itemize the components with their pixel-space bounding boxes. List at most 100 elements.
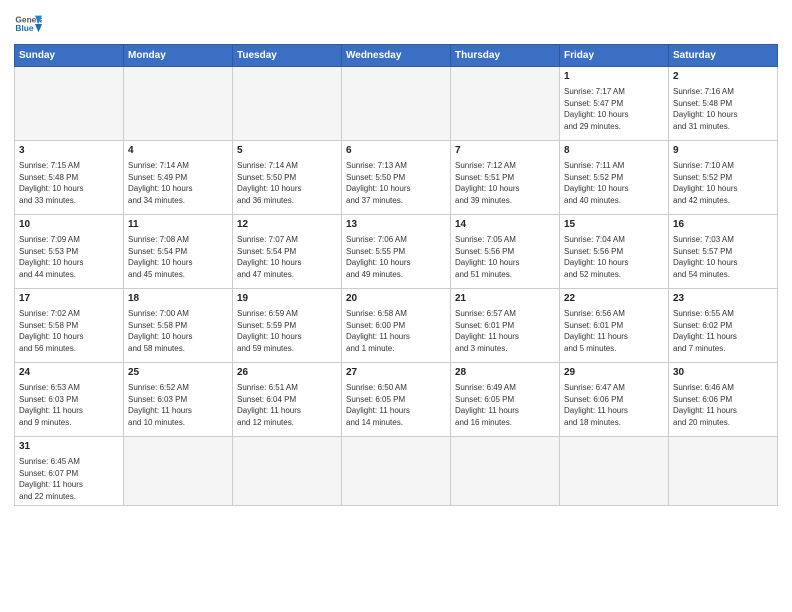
calendar-day-cell: 1Sunrise: 7:17 AM Sunset: 5:47 PM Daylig… — [560, 67, 669, 141]
day-number: 21 — [455, 292, 555, 306]
day-info: Sunrise: 7:05 AM Sunset: 5:56 PM Dayligh… — [455, 234, 555, 280]
day-info: Sunrise: 6:47 AM Sunset: 6:06 PM Dayligh… — [564, 382, 664, 428]
day-info: Sunrise: 7:06 AM Sunset: 5:55 PM Dayligh… — [346, 234, 446, 280]
day-info: Sunrise: 7:14 AM Sunset: 5:49 PM Dayligh… — [128, 160, 228, 206]
day-number: 3 — [19, 144, 119, 158]
calendar-day-cell: 29 Sunrise: 6:47 AM Sunset: 6:06 PM Dayli… — [560, 363, 669, 437]
day-number: 15 — [564, 218, 664, 232]
calendar-day-cell: 23Sunrise: 6:55 AM Sunset: 6:02 PM Dayli… — [669, 289, 778, 363]
day-info: Sunrise: 7:00 AM Sunset: 5:58 PM Dayligh… — [128, 308, 228, 354]
day-number: 8 — [564, 144, 664, 158]
day-number: 30 — [673, 366, 773, 380]
calendar-day-cell: 18 Sunrise: 7:00 AM Sunset: 5:58 PM Dayli… — [124, 289, 233, 363]
calendar-day-cell: 17 Sunrise: 7:02 AM Sunset: 5:58 PM Dayli… — [15, 289, 124, 363]
day-info: Sunrise: 6:46 AM Sunset: 6:06 PM Dayligh… — [673, 382, 773, 428]
day-info: Sunrise: 7:13 AM Sunset: 5:50 PM Dayligh… — [346, 160, 446, 206]
day-number: 2 — [673, 70, 773, 84]
calendar-week-row: 17 Sunrise: 7:02 AM Sunset: 5:58 PM Dayli… — [15, 289, 778, 363]
calendar-header-cell: Tuesday — [233, 45, 342, 67]
day-info: Sunrise: 7:11 AM Sunset: 5:52 PM Dayligh… — [564, 160, 664, 206]
day-info: Sunrise: 6:45 AM Sunset: 6:07 PM Dayligh… — [19, 456, 119, 502]
calendar-header-cell: Saturday — [669, 45, 778, 67]
day-number: 11 — [128, 218, 228, 232]
calendar-day-cell — [451, 437, 560, 506]
calendar-day-cell — [233, 437, 342, 506]
day-number: 9 — [673, 144, 773, 158]
calendar-day-cell: 28 Sunrise: 6:49 AM Sunset: 6:05 PM Dayli… — [451, 363, 560, 437]
calendar-header-cell: Monday — [124, 45, 233, 67]
calendar-day-cell — [124, 437, 233, 506]
day-number: 18 — [128, 292, 228, 306]
calendar-day-cell: 3 Sunrise: 7:15 AM Sunset: 5:48 PM Daylig… — [15, 141, 124, 215]
day-number: 29 — [564, 366, 664, 380]
day-number: 28 — [455, 366, 555, 380]
calendar-header-cell: Wednesday — [342, 45, 451, 67]
calendar-day-cell: 20 Sunrise: 6:58 AM Sunset: 6:00 PM Dayli… — [342, 289, 451, 363]
day-number: 24 — [19, 366, 119, 380]
day-number: 12 — [237, 218, 337, 232]
calendar-day-cell: 9 Sunrise: 7:10 AM Sunset: 5:52 PM Daylig… — [669, 141, 778, 215]
calendar-day-cell: 24 Sunrise: 6:53 AM Sunset: 6:03 PM Dayli… — [15, 363, 124, 437]
day-info: Sunrise: 6:55 AM Sunset: 6:02 PM Dayligh… — [673, 308, 773, 354]
calendar-day-cell: 26 Sunrise: 6:51 AM Sunset: 6:04 PM Dayli… — [233, 363, 342, 437]
calendar-header-cell: Thursday — [451, 45, 560, 67]
day-info: Sunrise: 7:08 AM Sunset: 5:54 PM Dayligh… — [128, 234, 228, 280]
day-info: Sunrise: 6:53 AM Sunset: 6:03 PM Dayligh… — [19, 382, 119, 428]
calendar-day-cell: 7 Sunrise: 7:12 AM Sunset: 5:51 PM Daylig… — [451, 141, 560, 215]
day-info: Sunrise: 6:57 AM Sunset: 6:01 PM Dayligh… — [455, 308, 555, 354]
calendar-day-cell — [124, 67, 233, 141]
day-number: 20 — [346, 292, 446, 306]
day-number: 19 — [237, 292, 337, 306]
day-info: Sunrise: 6:50 AM Sunset: 6:05 PM Dayligh… — [346, 382, 446, 428]
day-info: Sunrise: 6:59 AM Sunset: 5:59 PM Dayligh… — [237, 308, 337, 354]
day-info: Sunrise: 7:12 AM Sunset: 5:51 PM Dayligh… — [455, 160, 555, 206]
day-number: 14 — [455, 218, 555, 232]
logo-icon: General Blue — [14, 10, 42, 38]
calendar-week-row: 3 Sunrise: 7:15 AM Sunset: 5:48 PM Daylig… — [15, 141, 778, 215]
day-number: 31 — [19, 440, 119, 454]
calendar-day-cell — [669, 437, 778, 506]
day-number: 25 — [128, 366, 228, 380]
calendar-day-cell — [451, 67, 560, 141]
calendar-week-row: 1Sunrise: 7:17 AM Sunset: 5:47 PM Daylig… — [15, 67, 778, 141]
day-number: 1 — [564, 70, 664, 84]
calendar-day-cell: 31 Sunrise: 6:45 AM Sunset: 6:07 PM Dayli… — [15, 437, 124, 506]
day-number: 10 — [19, 218, 119, 232]
day-info: Sunrise: 7:16 AM Sunset: 5:48 PM Dayligh… — [673, 86, 773, 132]
day-info: Sunrise: 6:49 AM Sunset: 6:05 PM Dayligh… — [455, 382, 555, 428]
day-number: 7 — [455, 144, 555, 158]
day-number: 22 — [564, 292, 664, 306]
day-number: 26 — [237, 366, 337, 380]
day-number: 17 — [19, 292, 119, 306]
day-info: Sunrise: 7:14 AM Sunset: 5:50 PM Dayligh… — [237, 160, 337, 206]
calendar-header-cell: Friday — [560, 45, 669, 67]
calendar-day-cell: 8 Sunrise: 7:11 AM Sunset: 5:52 PM Daylig… — [560, 141, 669, 215]
day-number: 4 — [128, 144, 228, 158]
calendar-day-cell: 22 Sunrise: 6:56 AM Sunset: 6:01 PM Dayli… — [560, 289, 669, 363]
calendar-week-row: 10 Sunrise: 7:09 AM Sunset: 5:53 PM Dayli… — [15, 215, 778, 289]
day-number: 16 — [673, 218, 773, 232]
day-info: Sunrise: 6:51 AM Sunset: 6:04 PM Dayligh… — [237, 382, 337, 428]
calendar-header: SundayMondayTuesdayWednesdayThursdayFrid… — [15, 45, 778, 67]
calendar-day-cell: 13 Sunrise: 7:06 AM Sunset: 5:55 PM Dayli… — [342, 215, 451, 289]
day-info: Sunrise: 7:10 AM Sunset: 5:52 PM Dayligh… — [673, 160, 773, 206]
calendar-day-cell: 4 Sunrise: 7:14 AM Sunset: 5:49 PM Daylig… — [124, 141, 233, 215]
calendar-day-cell: 27Sunrise: 6:50 AM Sunset: 6:05 PM Dayli… — [342, 363, 451, 437]
day-info: Sunrise: 7:07 AM Sunset: 5:54 PM Dayligh… — [237, 234, 337, 280]
day-number: 13 — [346, 218, 446, 232]
day-info: Sunrise: 7:03 AM Sunset: 5:57 PM Dayligh… — [673, 234, 773, 280]
day-info: Sunrise: 6:58 AM Sunset: 6:00 PM Dayligh… — [346, 308, 446, 354]
calendar-week-row: 31 Sunrise: 6:45 AM Sunset: 6:07 PM Dayli… — [15, 437, 778, 506]
day-info: Sunrise: 6:56 AM Sunset: 6:01 PM Dayligh… — [564, 308, 664, 354]
calendar-day-cell: 21 Sunrise: 6:57 AM Sunset: 6:01 PM Dayli… — [451, 289, 560, 363]
day-info: Sunrise: 7:02 AM Sunset: 5:58 PM Dayligh… — [19, 308, 119, 354]
calendar-day-cell: 6Sunrise: 7:13 AM Sunset: 5:50 PM Daylig… — [342, 141, 451, 215]
logo: General Blue — [14, 10, 42, 38]
day-info: Sunrise: 7:15 AM Sunset: 5:48 PM Dayligh… — [19, 160, 119, 206]
calendar-day-cell: 11 Sunrise: 7:08 AM Sunset: 5:54 PM Dayli… — [124, 215, 233, 289]
day-info: Sunrise: 7:09 AM Sunset: 5:53 PM Dayligh… — [19, 234, 119, 280]
calendar-day-cell — [342, 67, 451, 141]
calendar-day-cell: 10 Sunrise: 7:09 AM Sunset: 5:53 PM Dayli… — [15, 215, 124, 289]
calendar-day-cell: 12 Sunrise: 7:07 AM Sunset: 5:54 PM Dayli… — [233, 215, 342, 289]
calendar-day-cell: 25Sunrise: 6:52 AM Sunset: 6:03 PM Dayli… — [124, 363, 233, 437]
